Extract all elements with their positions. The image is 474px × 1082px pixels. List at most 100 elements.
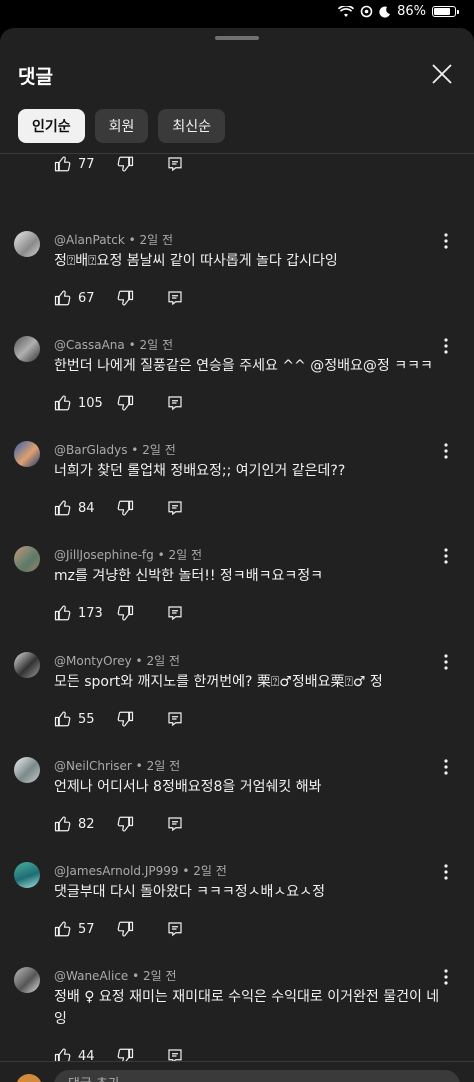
more-options-icon[interactable] [436,546,456,566]
comment-time: 2일 전 [146,759,181,773]
thumbs-up-icon[interactable] [54,394,72,412]
comment-time: 2일 전 [139,233,174,247]
thumbs-down-icon[interactable] [116,710,134,728]
avatar[interactable] [14,967,40,993]
more-options-icon[interactable] [436,441,456,461]
comment-actions: 82 [54,814,184,834]
thumbs-up-icon[interactable] [54,155,72,173]
comment-text: 너희가 찾던 롤업채 정배요정;; 여기인거 같은데?? [54,463,346,479]
comment-time: 2일 전 [146,654,180,668]
comment-item: @AlanPatck • 2일 전 정⍰배⍰요정 봄날씨 같이 따사롭게 놀다 … [0,231,474,335]
avatar[interactable] [14,862,40,888]
comment-text: 댓글부대 다시 돌아왔다 ㅋㅋㅋ정ㅅ배ㅅ요ㅅ정 [54,884,325,900]
reply-icon[interactable] [166,710,184,728]
thumbs-down-icon[interactable] [116,815,134,833]
comment-time: 2일 전 [143,969,177,983]
drag-handle[interactable] [215,36,259,40]
reply-icon[interactable] [166,394,184,412]
comment-author[interactable]: @AlanPatck [54,233,125,247]
comment-author[interactable]: @NeilChriser [54,759,132,773]
reply-icon[interactable] [166,604,184,622]
more-options-icon[interactable] [436,652,456,672]
comment-text: 정⍰배⍰요정 봄날씨 같이 따사롭게 놀다 갑시다잉 [54,253,338,269]
reply-icon[interactable] [166,155,184,173]
reply-icon[interactable] [166,815,184,833]
chip-members[interactable]: 회원 [94,109,149,143]
comment-item: @MontyOrey • 2일 전 모든 sport와 깨지노를 한꺼번에? 栗… [0,652,474,756]
comment-time: 2일 전 [193,864,227,878]
comment-author[interactable]: @BarGladys [54,443,127,457]
partial-comment-actions: 77 [54,154,184,174]
avatar[interactable] [14,231,40,257]
thumbs-down-icon[interactable] [116,920,134,938]
close-icon[interactable] [430,62,454,86]
comment-actions: 173 [54,603,184,623]
comment-text: 모든 sport와 깨지노를 한꺼번에? 栗⍰♂정배요栗⍰♂ 정 [54,674,383,690]
reply-icon[interactable] [166,920,184,938]
comment-meta: @AlanPatck • 2일 전 [54,233,174,247]
comment-actions: 57 [54,919,184,939]
comment-text: 한번더 나에게 질풍같은 연승을 주세요 ^^ @정배요@정 ㅋㅋㅋ [54,358,433,374]
comments-sheet: 댓글 인기순 회원 최신순 77 @AlanPatck • 2일 전 정⍰배⍰요… [0,28,474,1082]
comment-author[interactable]: @JillJosephine-fg [54,548,154,562]
comment-meta: @JillJosephine-fg • 2일 전 [54,548,203,562]
more-options-icon[interactable] [436,757,456,777]
thumbs-down-icon[interactable] [116,499,134,517]
chip-popular[interactable]: 인기순 [18,109,85,143]
comment-time: 2일 전 [139,338,174,352]
comment-time: 2일 전 [168,548,203,562]
thumbs-down-icon[interactable] [116,155,134,173]
comment-meta: @BarGladys • 2일 전 [54,443,176,457]
comment-meta: @CassaAna • 2일 전 [54,338,174,352]
comment-author[interactable]: @WaneAlice [54,969,128,983]
thumbs-up-icon[interactable] [54,604,72,622]
like-count: 77 [78,156,95,172]
reply-icon[interactable] [166,289,184,307]
comment-actions: 84 [54,498,184,518]
sort-chips: 인기순 회원 최신순 [18,109,226,143]
comment-actions: 67 [54,288,184,308]
avatar[interactable] [14,336,40,362]
like-count: 82 [78,816,95,832]
thumbs-down-icon[interactable] [116,289,134,307]
data-saver-icon [360,5,373,18]
sheet-title: 댓글 [18,66,53,88]
thumbs-up-icon[interactable] [54,289,72,307]
like-count: 173 [78,605,103,621]
avatar[interactable] [14,441,40,467]
comment-list[interactable]: 77 @AlanPatck • 2일 전 정⍰배⍰요정 봄날씨 같이 따사롭게 … [0,154,474,1082]
comment-item: @JillJosephine-fg • 2일 전 mz를 겨냥한 신박한 놀터!… [0,546,474,650]
more-options-icon[interactable] [436,336,456,356]
status-icons: 86% [338,4,459,19]
more-options-icon[interactable] [436,967,456,987]
comment-item: @JamesArnold.JP999 • 2일 전 댓글부대 다시 돌아왔다 ㅋ… [0,862,474,966]
thumbs-up-icon[interactable] [54,499,72,517]
comment-text: mz를 겨냥한 신박한 놀터!! 정ㅋ배ㅋ요ㅋ정ㅋ [54,568,323,584]
add-comment-input[interactable]: 댓글 추가... [54,1070,460,1082]
moon-icon [379,6,391,18]
reply-icon[interactable] [166,499,184,517]
comment-item: @BarGladys • 2일 전 너희가 찾던 롤업채 정배요정;; 여기인거… [0,441,474,545]
comment-author[interactable]: @JamesArnold.JP999 [54,864,179,878]
thumbs-up-icon[interactable] [54,815,72,833]
thumbs-up-icon[interactable] [54,710,72,728]
like-count: 84 [78,500,95,516]
like-count: 57 [78,921,95,937]
comment-author[interactable]: @CassaAna [54,338,125,352]
more-options-icon[interactable] [436,231,456,251]
comment-author[interactable]: @MontyOrey [54,654,132,668]
battery-percent: 86% [397,4,426,19]
comment-time: 2일 전 [142,443,176,457]
avatar[interactable] [14,546,40,572]
thumbs-down-icon[interactable] [116,394,134,412]
more-options-icon[interactable] [436,862,456,882]
thumbs-down-icon[interactable] [116,604,134,622]
avatar[interactable] [14,757,40,783]
my-avatar [16,1074,42,1082]
chip-newest[interactable]: 최신순 [158,109,226,143]
comment-actions: 105 [54,393,184,413]
wifi-icon [338,5,355,17]
like-count: 55 [78,711,95,727]
thumbs-up-icon[interactable] [54,920,72,938]
avatar[interactable] [14,652,40,678]
